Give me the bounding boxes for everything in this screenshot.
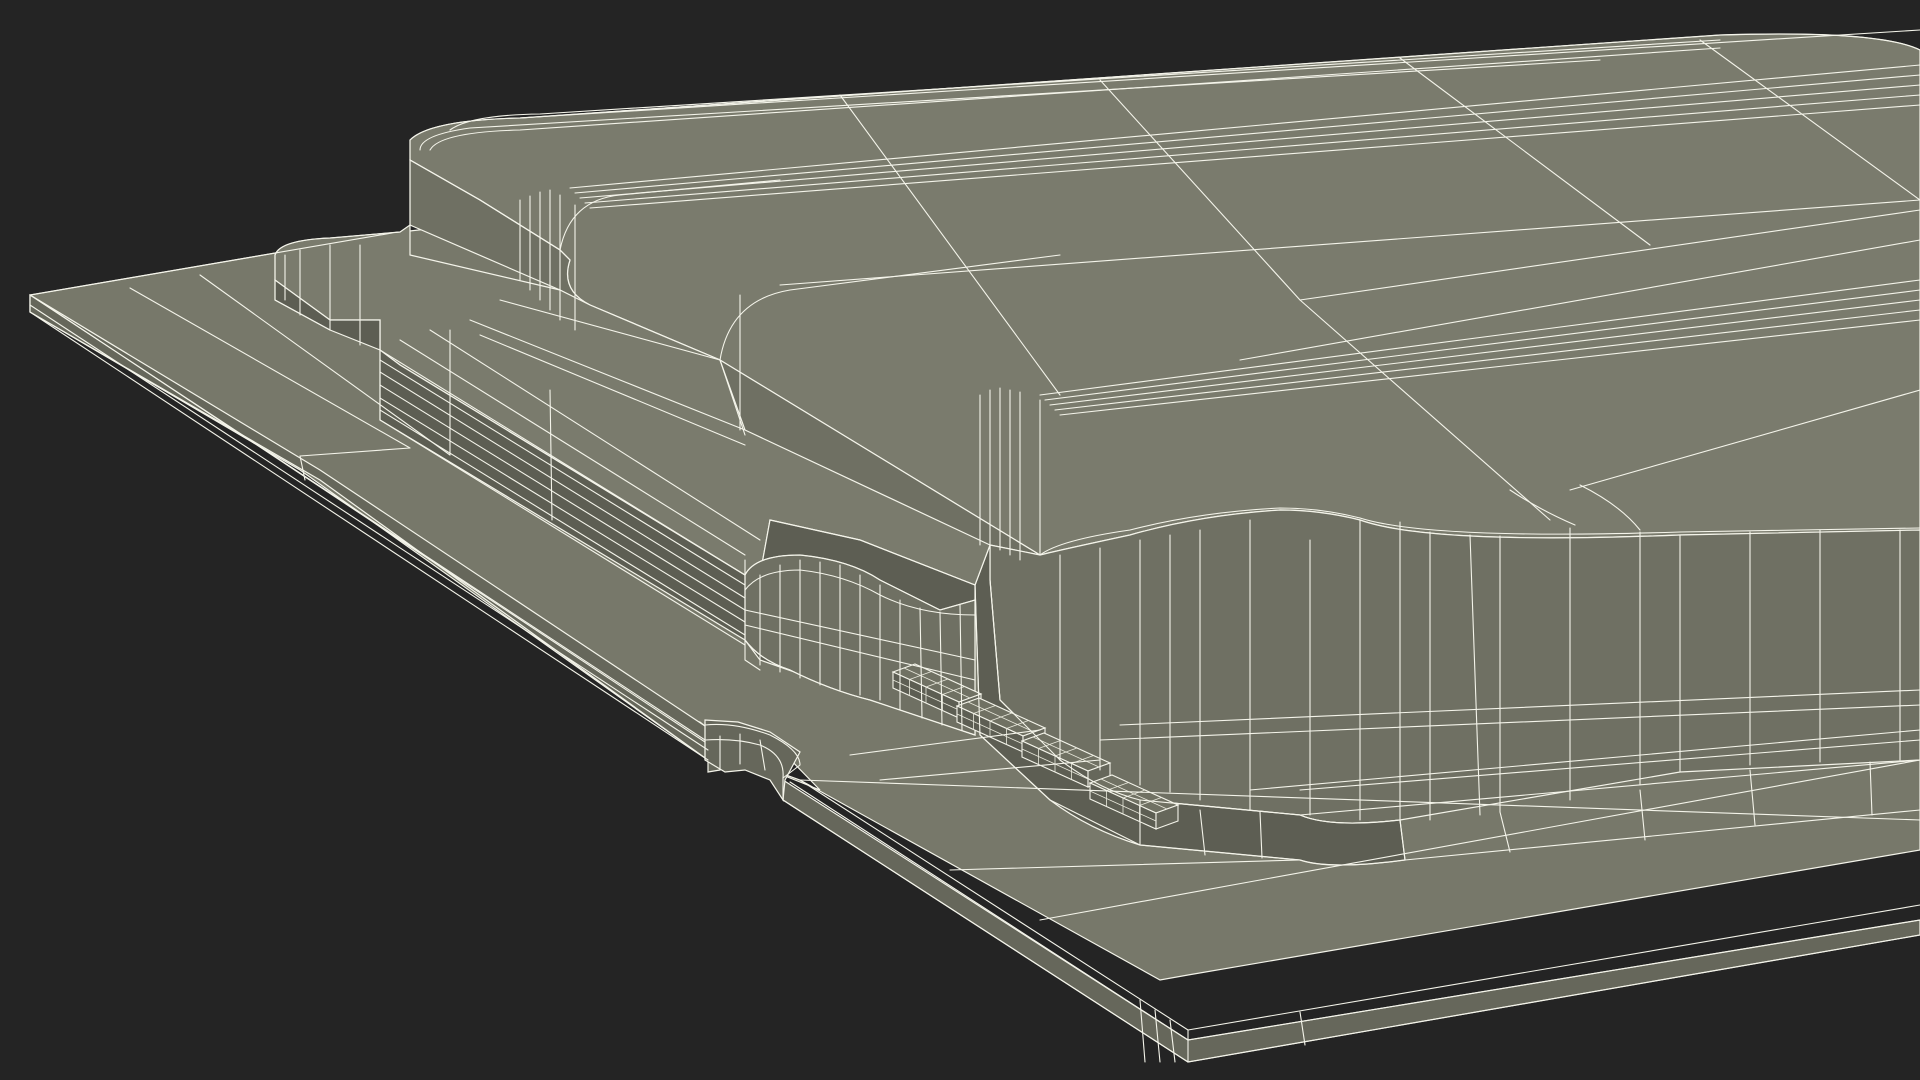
3d-viewport[interactable] — [0, 0, 1920, 1080]
wireframe-render — [29, 29, 1920, 1063]
